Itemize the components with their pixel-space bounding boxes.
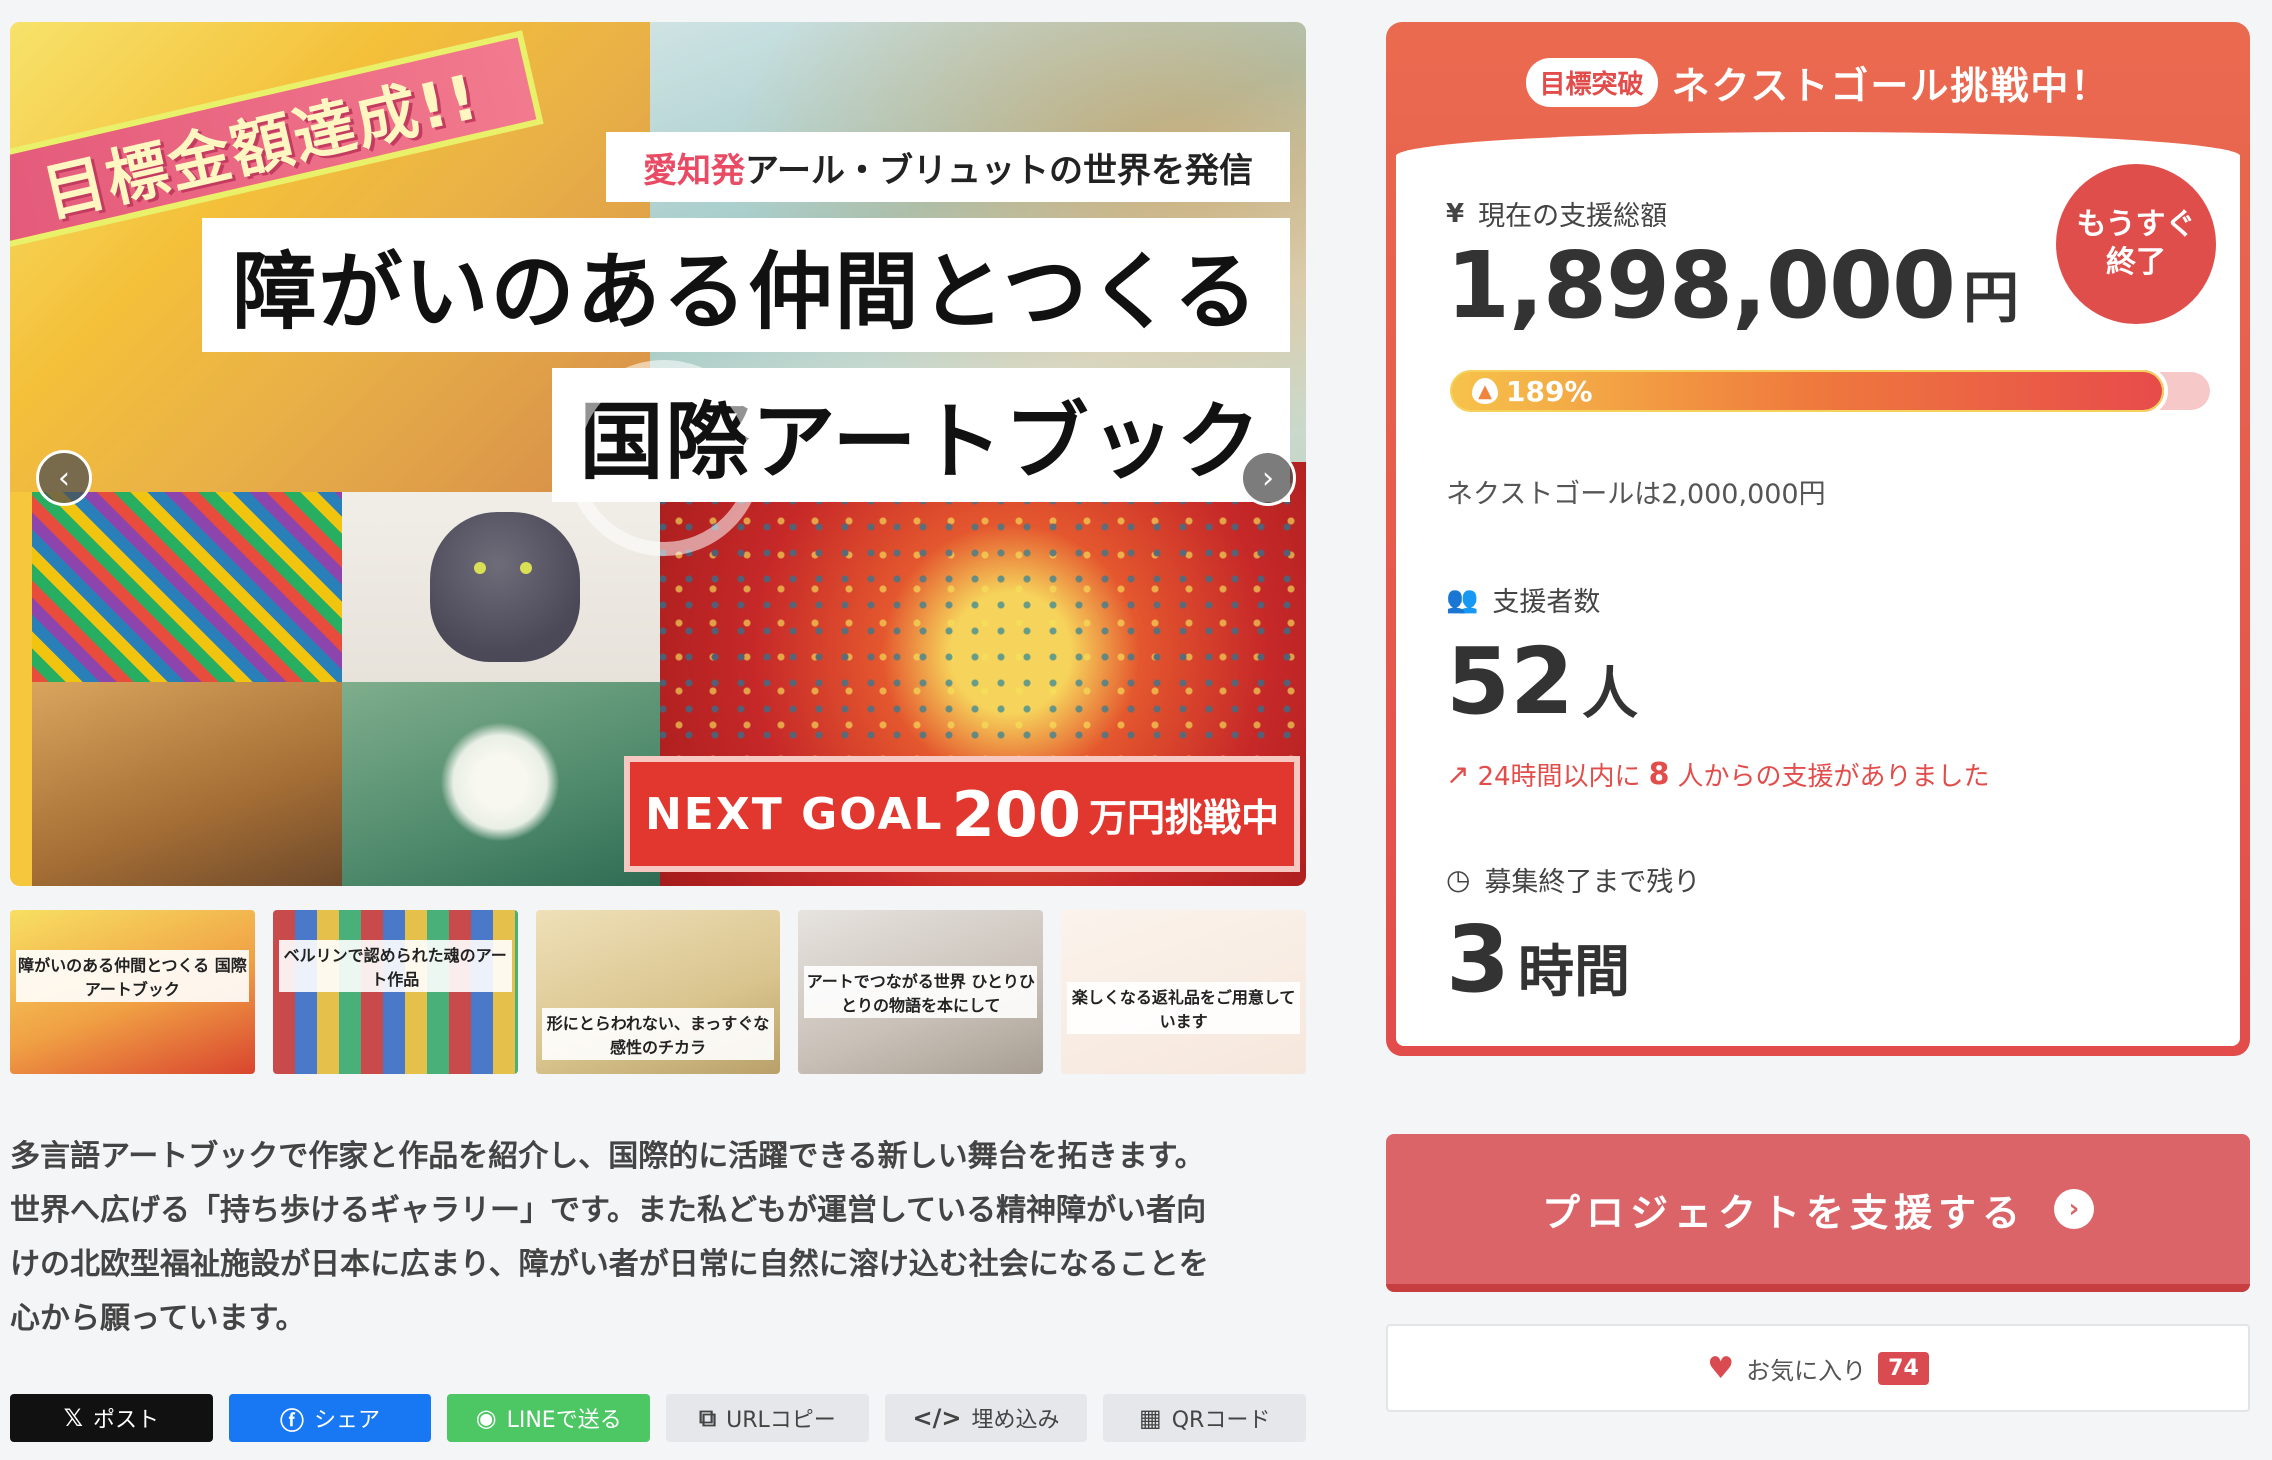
chevron-right-icon: › bbox=[1262, 460, 1274, 496]
description-line: けの北欧型福祉施設が日本に広まり、障がい者が日常に自然に溶け込む社会になることを bbox=[10, 1247, 1209, 1282]
qr-code-label: QRコード bbox=[1171, 1408, 1271, 1433]
x-logo-icon: 𝕏 bbox=[63, 1404, 83, 1432]
thumbnail-4[interactable]: アートでつながる世界 ひとりひとりの物語を本にして bbox=[798, 910, 1044, 1074]
next-goal-banner: NEXT GOAL 200 万円挑戦中 bbox=[624, 756, 1300, 872]
share-x-button[interactable]: 𝕏 ポスト bbox=[10, 1394, 213, 1442]
favorite-count: 74 bbox=[1878, 1351, 1929, 1385]
yen-icon: ¥ bbox=[1446, 198, 1465, 229]
share-bar: 𝕏 ポスト ⓕ シェア ◉ LINEで送る ⧉ URLコピー </> 埋め込み … bbox=[10, 1394, 1307, 1442]
facebook-icon: ⓕ bbox=[280, 1406, 304, 1435]
thumbnail-strip: 障がいのある仲間とつくる 国際アートブック ベルリンで認められた魂のアート作品 … bbox=[10, 910, 1306, 1074]
description-line: 多言語アートブックで作家と作品を紹介し、国際的に活躍できる新しい舞台を拓きます。 bbox=[10, 1139, 1205, 1174]
share-line-label: LINEで送る bbox=[506, 1408, 622, 1433]
supporters-label: 👥 支援者数 bbox=[1446, 580, 1600, 619]
embed-label: 埋め込み bbox=[971, 1408, 1060, 1433]
next-goal-text: ネクストゴールは2,000,000円 bbox=[1446, 479, 1826, 510]
description-line: 心から願っています。 bbox=[10, 1301, 306, 1336]
hero-art-lion bbox=[32, 682, 342, 886]
recent-count: 8 bbox=[1648, 757, 1670, 792]
supporters-unit: 人 bbox=[1582, 662, 1639, 727]
thumbnail-caption: 形にとらわれない、まっすぐな感性のチカラ bbox=[541, 1008, 775, 1060]
progress-percent: 189% bbox=[1506, 374, 1593, 408]
progress-bar: ▲ 189% bbox=[1446, 366, 2168, 416]
time-value: 3 bbox=[1446, 906, 1511, 1013]
heart-icon: ♥ bbox=[1707, 1350, 1735, 1386]
thumbnail-3[interactable]: 形にとらわれない、まっすぐな感性のチカラ bbox=[535, 910, 781, 1074]
trending-up-icon: ↗ bbox=[1446, 758, 1470, 791]
amount-value: 1,898,000 bbox=[1446, 232, 1956, 339]
thumbnail-caption: 障がいのある仲間とつくる 国際アートブック bbox=[16, 950, 249, 1002]
thumbnail-caption: ベルリンで認められた魂のアート作品 bbox=[278, 940, 512, 992]
description-line: 世界へ広げる「持ち歩けるギャラリー」です。また私どもが運営している精神障がい者向 bbox=[10, 1193, 1207, 1228]
carousel-next-button[interactable]: › bbox=[1240, 450, 1296, 506]
thumbnail-caption: アートでつながる世界 ひとりひとりの物語を本にして bbox=[804, 966, 1038, 1018]
hero-title-line1: 障がいのある仲間とつくる bbox=[202, 218, 1290, 352]
thumbnail-5[interactable]: 楽しくなる返礼品をご用意しています bbox=[1061, 910, 1306, 1074]
share-facebook-button[interactable]: ⓕ シェア bbox=[228, 1394, 432, 1442]
clock-icon: ◷ bbox=[1446, 863, 1471, 896]
thumbnail-caption: 楽しくなる返礼品をご用意しています bbox=[1067, 982, 1300, 1034]
time-left-label: ◷ 募集終了まで残り bbox=[1446, 860, 1700, 899]
share-line-button[interactable]: ◉ LINEで送る bbox=[447, 1394, 651, 1442]
share-facebook-label: シェア bbox=[314, 1408, 381, 1433]
code-icon: </> bbox=[912, 1404, 962, 1432]
time-left-label-text: 募集終了まで残り bbox=[1484, 867, 1701, 898]
hero-art-colorful bbox=[32, 492, 342, 682]
goal-exceeded-badge: 目標突破 bbox=[1525, 57, 1658, 107]
support-button-label: プロジェクトを支援する bbox=[1541, 1190, 2026, 1235]
qr-icon: ▦ bbox=[1139, 1404, 1162, 1432]
line-icon: ◉ bbox=[475, 1404, 497, 1432]
flame-icon: ▲ bbox=[1472, 378, 1498, 404]
favorite-label: お気に入り bbox=[1746, 1356, 1867, 1385]
thumbnail-1[interactable]: 障がいのある仲間とつくる 国際アートブック bbox=[10, 910, 255, 1074]
copy-url-button[interactable]: ⧉ URLコピー bbox=[666, 1394, 869, 1442]
supporters-count: 52 人 bbox=[1446, 628, 1638, 735]
favorite-button[interactable]: ♥ お気に入り 74 bbox=[1386, 1324, 2250, 1412]
hero-carousel[interactable]: 目標金額達成!! 愛知発 アール・ブリュットの世界を発信 障がいのある仲間とつくる… bbox=[10, 22, 1306, 886]
copy-icon: ⧉ bbox=[698, 1404, 717, 1432]
chevron-right-icon: › bbox=[2054, 1189, 2094, 1229]
amount-unit: 円 bbox=[1963, 266, 2019, 331]
card-body: ¥ 現在の支援総額 1,898,000 円 もうすぐ 終了 ▲ 189% ネクス… bbox=[1396, 132, 2240, 1046]
carousel-prev-button[interactable]: ‹ bbox=[36, 450, 92, 506]
hero-subtitle: 愛知発 アール・ブリュットの世界を発信 bbox=[606, 132, 1290, 202]
recent-pre: 24時間以内に bbox=[1477, 762, 1641, 792]
support-project-button[interactable]: プロジェクトを支援する › bbox=[1386, 1134, 2250, 1292]
hero-art-cat bbox=[430, 512, 580, 662]
chevron-left-icon: ‹ bbox=[58, 460, 70, 496]
amount-label-text: 現在の支援総額 bbox=[1478, 201, 1668, 232]
ending-soon-badge: もうすぐ 終了 bbox=[2056, 164, 2216, 324]
embed-button[interactable]: </> 埋め込み bbox=[884, 1394, 1088, 1442]
thumbnail-2[interactable]: ベルリンで認められた魂のアート作品 bbox=[272, 910, 518, 1074]
recent-post: 人からの支援がありました bbox=[1677, 762, 1990, 792]
project-description: 多言語アートブックで作家と作品を紹介し、国際的に活躍できる新しい舞台を拓きます。… bbox=[10, 1130, 1306, 1346]
supporters-label-text: 支援者数 bbox=[1492, 587, 1601, 618]
funding-status-card: 目標突破 ネクストゴール挑戦中！ ¥ 現在の支援総額 1,898,000 円 も… bbox=[1386, 22, 2250, 1056]
card-header: 目標突破 ネクストゴール挑戦中！ bbox=[1386, 22, 2250, 142]
recent-support-note: ↗ 24時間以内に 8 人からの支援がありました bbox=[1446, 756, 1989, 793]
ending-soon-line1: もうすぐ bbox=[2076, 207, 2196, 242]
next-goal-heading: ネクストゴール挑戦中！ bbox=[1671, 63, 2111, 108]
amount-label: ¥ 現在の支援総額 bbox=[1446, 194, 1667, 233]
copy-url-label: URLコピー bbox=[726, 1408, 836, 1433]
qr-code-button[interactable]: ▦ QRコード bbox=[1103, 1394, 1307, 1442]
users-icon: 👥 bbox=[1446, 584, 1479, 615]
time-left-count: 3 時間 bbox=[1446, 906, 1630, 1013]
total-amount: 1,898,000 円 bbox=[1446, 232, 2019, 339]
hero-art-flower bbox=[440, 722, 560, 842]
share-x-label: ポスト bbox=[93, 1408, 160, 1433]
video-play-icon[interactable] bbox=[566, 360, 762, 556]
ending-soon-line2: 終了 bbox=[2106, 245, 2166, 280]
time-unit: 時間 bbox=[1518, 940, 1631, 1005]
supporters-value: 52 bbox=[1446, 628, 1575, 735]
